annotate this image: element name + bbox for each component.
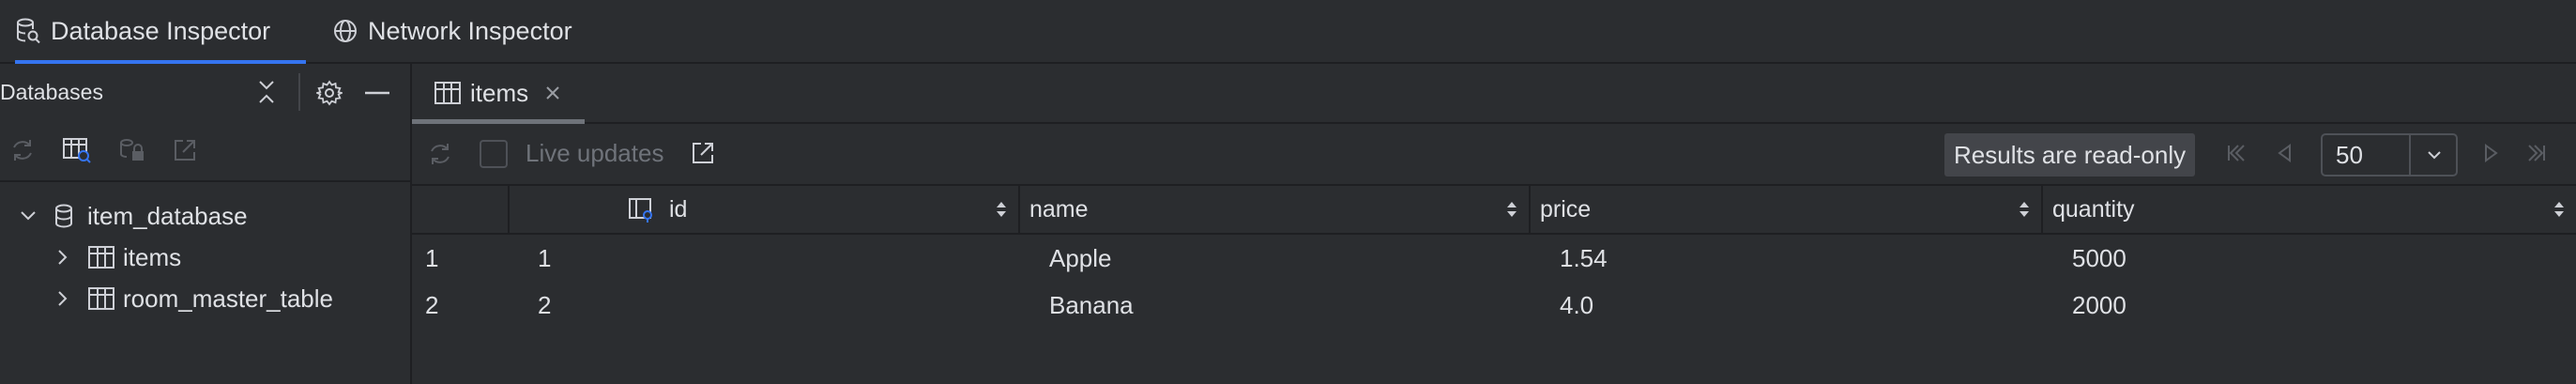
table-row[interactable]: 1 1 Apple 1.54 5000 xyxy=(412,235,2576,282)
sort-icon[interactable] xyxy=(2019,201,2030,218)
chevron-right-icon[interactable] xyxy=(56,248,69,267)
live-updates-label: Live updates xyxy=(526,139,664,167)
row-number-header xyxy=(412,186,510,233)
divider xyxy=(298,73,300,111)
page-size-value: 50 xyxy=(2336,140,2363,169)
table-header-row: id name price quantity xyxy=(412,186,2576,235)
column-header-price[interactable]: price xyxy=(1531,186,2043,233)
column-header-name[interactable]: name xyxy=(1020,186,1531,233)
tab-database-inspector[interactable]: Database Inspector xyxy=(15,0,306,64)
chevron-down-icon[interactable] xyxy=(2426,149,2443,161)
table-viewer: items Live updates Results are read-only… xyxy=(412,64,2576,384)
tab-items[interactable]: items xyxy=(412,64,585,124)
external-link-icon[interactable] xyxy=(690,140,716,166)
table-name: items xyxy=(123,242,182,271)
last-page-icon[interactable] xyxy=(2526,143,2547,163)
tab-label: Database Inspector xyxy=(51,16,271,45)
results-table: id name price quantity 1 1 Apple 1.54 50… xyxy=(412,186,2576,384)
editor-tabs: items xyxy=(412,64,2576,124)
table-row[interactable]: 2 2 Banana 4.0 2000 xyxy=(412,282,2576,329)
table-name: room_master_table xyxy=(123,284,333,313)
page-size-select[interactable]: 50 xyxy=(2321,133,2458,177)
sort-icon[interactable] xyxy=(1506,201,1517,218)
cell-quantity[interactable]: 5000 xyxy=(2072,235,2126,282)
next-page-icon[interactable] xyxy=(2483,143,2500,163)
export-icon[interactable] xyxy=(172,137,198,163)
refresh-icon[interactable] xyxy=(427,141,453,167)
results-toolbar: Live updates Results are read-only 50 xyxy=(412,124,2576,186)
column-name: quantity xyxy=(2052,195,2135,223)
first-page-icon[interactable] xyxy=(2226,143,2247,163)
table-icon xyxy=(434,82,461,104)
chevron-right-icon[interactable] xyxy=(56,289,69,308)
column-header-quantity[interactable]: quantity xyxy=(2043,186,2576,233)
cell-price[interactable]: 1.54 xyxy=(1560,235,1608,282)
collapse-all-icon[interactable] xyxy=(255,79,278,105)
database-icon xyxy=(53,203,78,229)
divider xyxy=(2409,135,2411,175)
read-only-badge: Results are read-only xyxy=(1944,133,2196,177)
gear-icon[interactable] xyxy=(316,80,343,106)
globe-icon xyxy=(332,18,358,44)
chevron-down-icon[interactable] xyxy=(19,209,38,223)
row-number: 1 xyxy=(425,243,439,272)
tab-label: Network Inspector xyxy=(368,16,572,45)
panel-title: Databases xyxy=(0,79,103,104)
keep-connection-open-icon[interactable] xyxy=(118,137,146,163)
tab-label: items xyxy=(470,78,529,107)
cell-price[interactable]: 4.0 xyxy=(1560,282,1593,329)
tab-network-inspector[interactable]: Network Inspector xyxy=(332,0,604,62)
column-name: price xyxy=(1540,195,1592,223)
sort-icon[interactable] xyxy=(996,201,1007,218)
column-header-id[interactable]: id xyxy=(510,186,1020,233)
close-icon[interactable] xyxy=(545,85,560,100)
previous-page-icon[interactable] xyxy=(2276,143,2293,163)
cell-quantity[interactable]: 2000 xyxy=(2072,282,2126,329)
refresh-icon[interactable] xyxy=(9,137,36,163)
column-name: name xyxy=(1029,195,1089,223)
cell-name[interactable]: Apple xyxy=(1049,235,1112,282)
table-icon xyxy=(88,287,114,310)
table-icon xyxy=(88,246,114,269)
cell-id[interactable]: 1 xyxy=(538,235,551,282)
column-name: id xyxy=(669,195,688,223)
query-table-icon[interactable] xyxy=(62,135,92,165)
databases-panel: Databases item_database items room_maste… xyxy=(0,64,412,384)
row-number: 2 xyxy=(425,290,439,319)
databases-toolbar xyxy=(0,120,410,182)
live-updates-checkbox[interactable] xyxy=(480,140,508,168)
tool-window-tabs: Database Inspector Network Inspector xyxy=(0,0,2576,64)
cell-id[interactable]: 2 xyxy=(538,282,551,329)
cell-name[interactable]: Banana xyxy=(1049,282,1134,329)
sort-icon[interactable] xyxy=(2553,201,2565,218)
databases-panel-header: Databases xyxy=(0,64,410,120)
primary-key-column-icon xyxy=(628,197,654,223)
minimize-icon[interactable] xyxy=(365,91,389,95)
database-name: item_database xyxy=(87,201,248,230)
database-search-icon xyxy=(15,17,41,45)
